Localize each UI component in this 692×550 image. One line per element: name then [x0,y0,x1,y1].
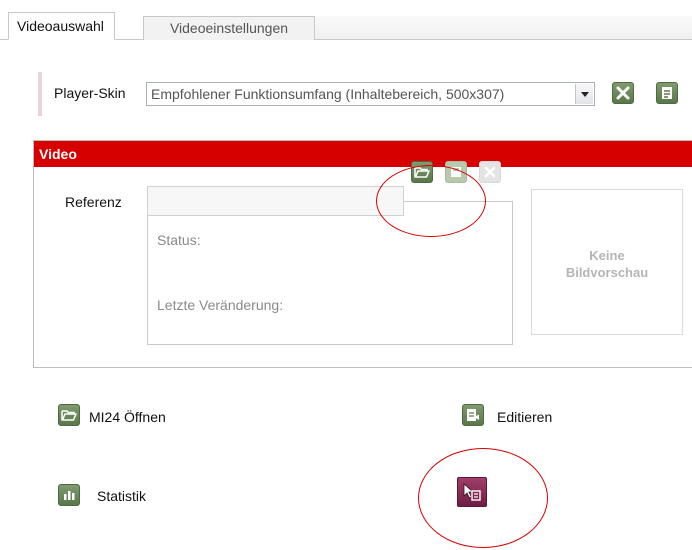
statistics-label[interactable]: Statistik [97,487,146,505]
status-label: Status: [157,232,201,248]
statistics-button[interactable] [58,484,80,506]
last-change-label: Letzte Veränderung: [157,297,284,313]
edit-icon [467,409,479,421]
delete-icon [484,166,496,178]
tab-strip [315,16,692,39]
no-preview-line2: Bildvorschau [565,265,649,280]
skin-details-button[interactable] [656,82,678,104]
tab-bar: Videoauswahl Videoeinstellungen [0,0,692,40]
annotation-circle-edit-button [418,448,548,548]
clear-skin-button[interactable] [612,82,634,104]
mi24-open-button[interactable] [58,404,80,426]
dropdown-arrow-icon[interactable] [575,84,593,104]
reference-label: Referenz [65,194,122,210]
edit-button[interactable] [462,404,484,426]
tab-videoauswahl[interactable]: Videoauswahl [8,12,115,40]
skin-row-accent [38,72,42,116]
video-panel: Video Referenz Status: Letzte Veränderun… [33,140,692,368]
annotation-circle-reference-buttons [376,165,486,237]
player-skin-label: Player-Skin [54,85,126,101]
preview-box: Keine Bildvorschau [531,189,683,335]
video-panel-title: Video [34,141,692,167]
reference-input[interactable] [147,186,404,216]
delete-reference-button[interactable] [479,161,501,183]
mi24-open-label[interactable]: MI24 Öffnen [89,408,166,426]
document-icon [662,87,672,99]
statistics-icon [64,491,75,500]
folder-open-icon [61,410,77,421]
close-icon [616,86,630,100]
player-skin-selected-value: Empfohlener Funktionsumfang (Inhaltebere… [151,86,505,102]
no-preview-text: Keine Bildvorschau [532,247,682,281]
tab-videoeinstellungen[interactable]: Videoeinstellungen [143,16,315,40]
player-skin-select[interactable]: Empfohlener Funktionsumfang (Inhaltebere… [146,82,595,106]
no-preview-line1: Keine [589,248,625,263]
edit-label[interactable]: Editieren [497,408,552,426]
